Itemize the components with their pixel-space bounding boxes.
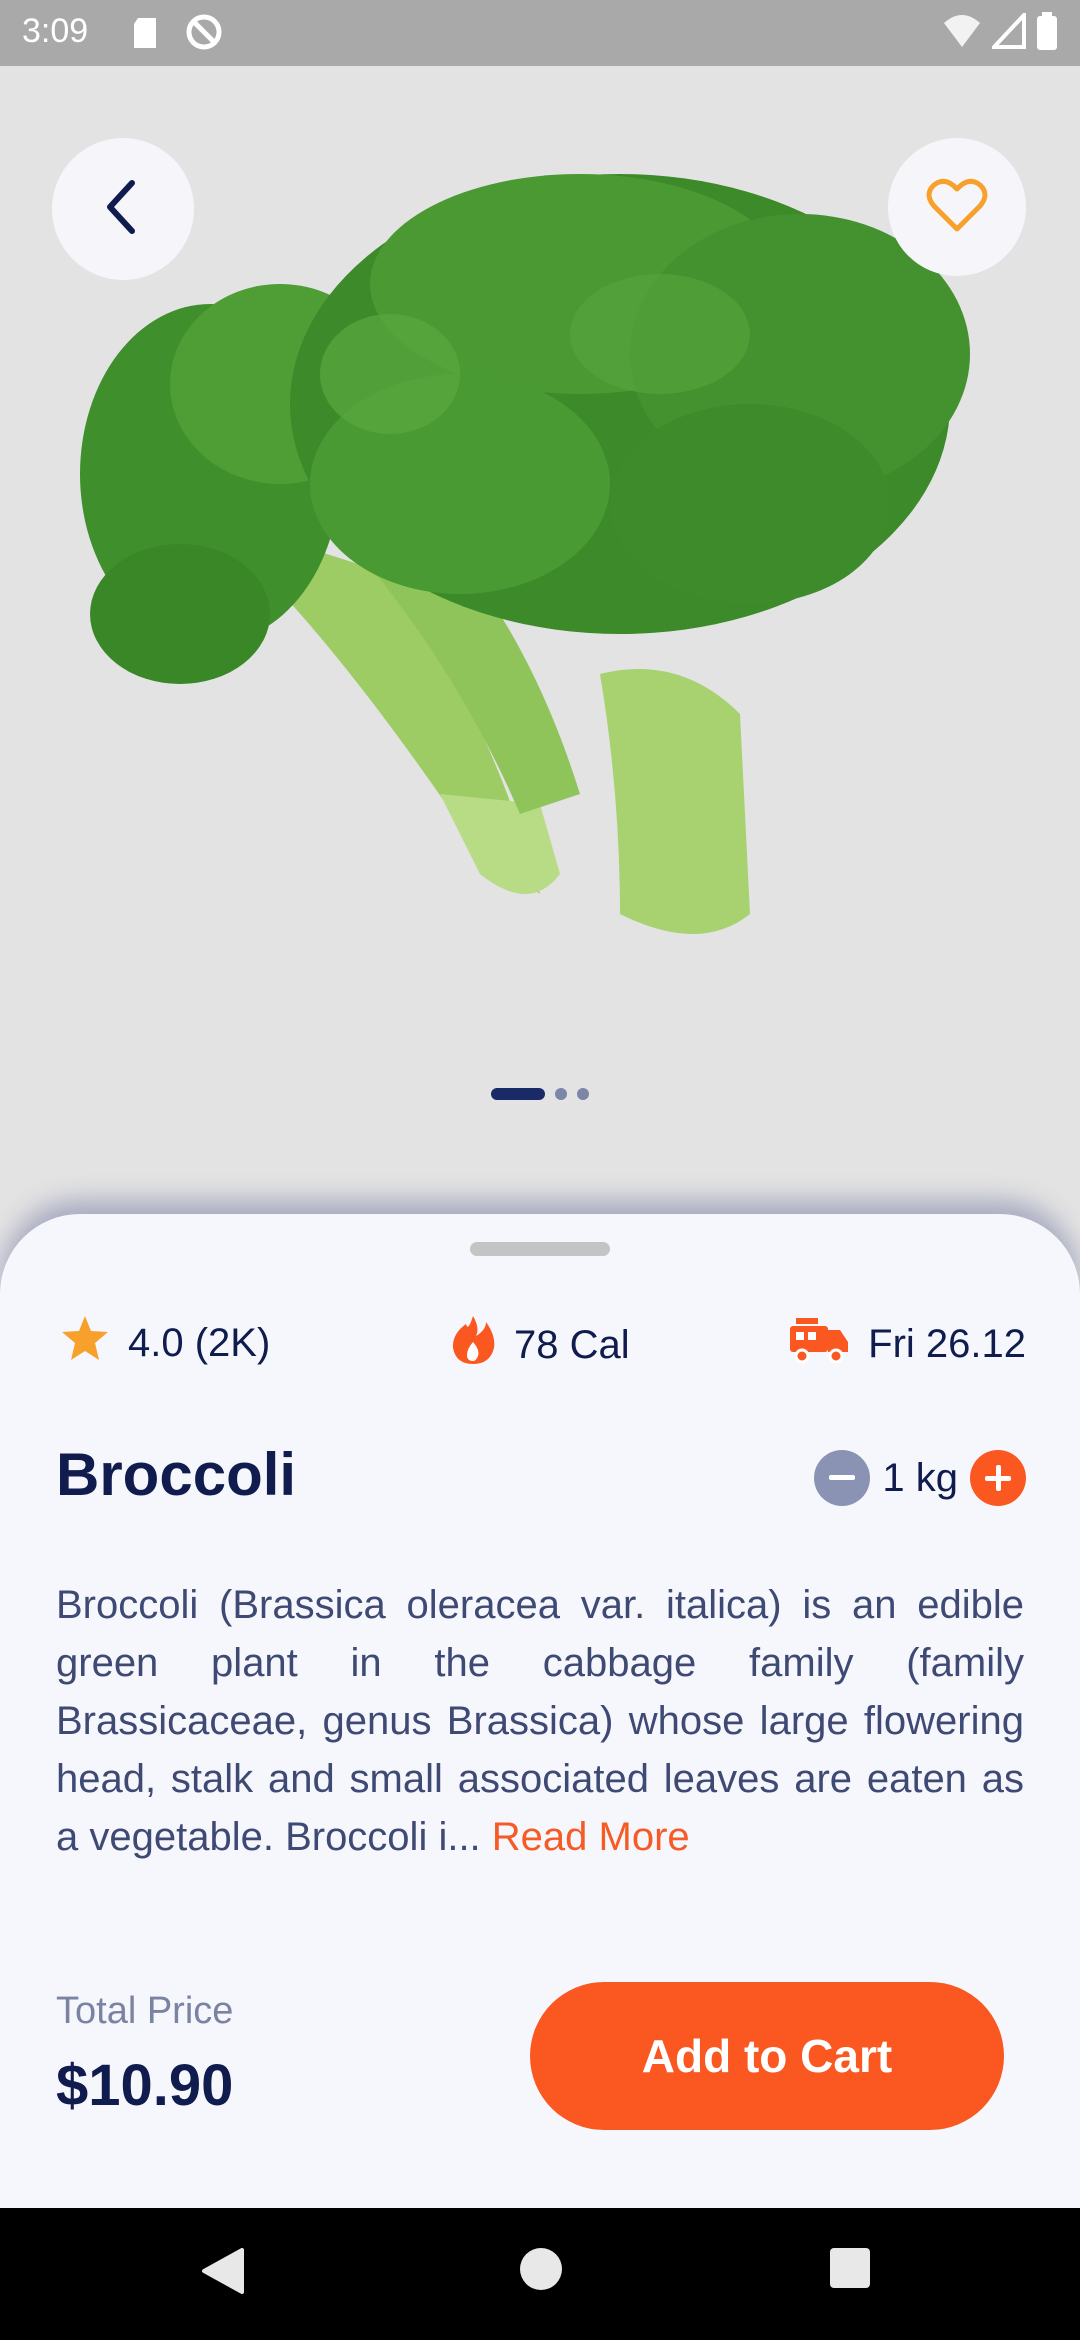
calories-value: 78 Cal	[514, 1322, 630, 1367]
status-bar: 3:09	[0, 0, 1080, 66]
delivery-date: Fri 26.12	[868, 1321, 1026, 1366]
system-navigation-bar	[0, 2208, 1080, 2340]
nav-recents-icon[interactable]	[828, 2246, 872, 2295]
read-more-link[interactable]: Read More	[492, 1815, 690, 1859]
broccoli-image	[60, 154, 1030, 1014]
sd-card-icon	[130, 16, 160, 55]
heart-icon	[926, 177, 988, 238]
delivery-truck-icon	[788, 1314, 850, 1374]
star-icon	[60, 1314, 110, 1372]
product-title: Broccoli	[56, 1441, 297, 1508]
dnd-icon	[184, 12, 224, 57]
battery-icon	[1036, 12, 1058, 55]
favorite-button[interactable]	[888, 138, 1026, 276]
calories-stat: 78 Cal	[450, 1314, 630, 1376]
total-price-label: Total Price	[56, 1990, 234, 2032]
increase-quantity-button[interactable]	[970, 1450, 1026, 1506]
rating-value: 4.0 (2K)	[128, 1320, 271, 1365]
product-stats: 4.0 (2K) 78 Cal Fri 26.12	[0, 1314, 1080, 1394]
nav-home-icon[interactable]	[518, 2246, 564, 2297]
add-to-cart-button[interactable]: Add to Cart	[530, 1982, 1004, 2130]
status-time: 3:09	[22, 12, 89, 50]
wifi-off-icon	[942, 13, 982, 54]
product-description: Broccoli (Brassica oleracea var. italica…	[56, 1576, 1024, 1866]
rating-stat: 4.0 (2K)	[60, 1314, 270, 1372]
product-details-sheet: 4.0 (2K) 78 Cal Fri 26.12 Broccoli 1 kg …	[0, 1214, 1080, 2208]
delivery-stat: Fri 26.12	[788, 1314, 1026, 1374]
signal-icon	[989, 9, 1026, 54]
carousel-dot[interactable]	[577, 1088, 589, 1100]
carousel-indicator	[0, 1088, 1080, 1100]
drag-handle[interactable]	[470, 1242, 610, 1256]
decrease-quantity-button[interactable]	[814, 1450, 871, 1506]
back-button[interactable]	[52, 138, 194, 280]
total-price-value: $10.90	[56, 2053, 234, 2118]
nav-back-icon[interactable]	[200, 2246, 246, 2301]
quantity-value: 1 kg	[882, 1455, 958, 1500]
carousel-dot-active[interactable]	[491, 1088, 545, 1100]
fire-icon	[450, 1314, 496, 1376]
carousel-dot[interactable]	[555, 1088, 567, 1100]
chevron-left-icon	[98, 177, 148, 242]
product-hero	[0, 66, 1080, 1216]
quantity-stepper: 1 kg	[814, 1450, 1026, 1506]
